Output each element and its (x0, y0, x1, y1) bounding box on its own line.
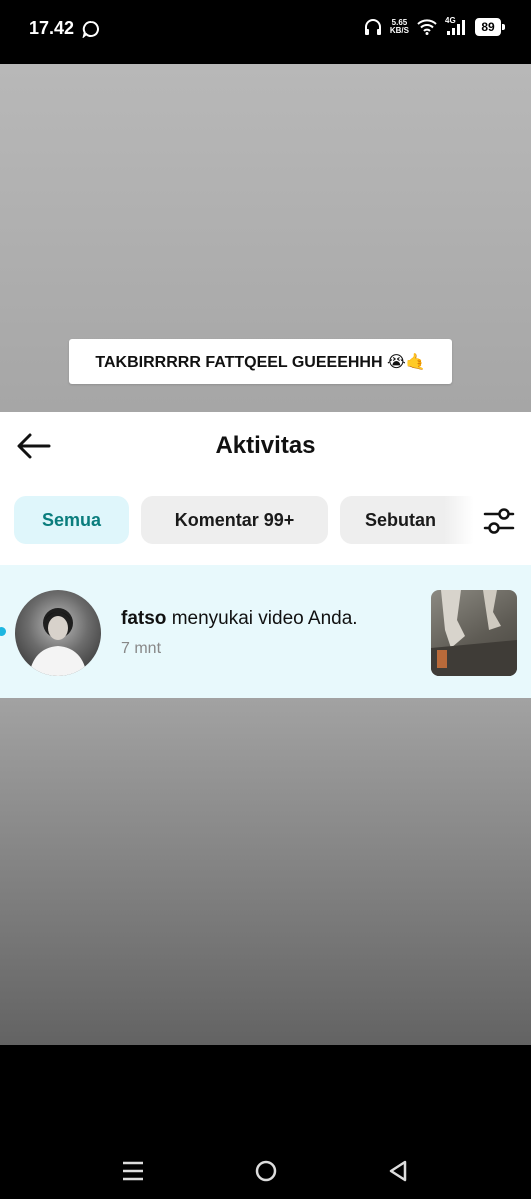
avatar[interactable] (15, 590, 101, 676)
tab-bar: Semua Komentar 99+ Sebutan (14, 496, 474, 546)
sliders-icon[interactable] (482, 506, 516, 536)
notification-time: 7 mnt (121, 640, 162, 657)
menu-icon[interactable] (120, 1158, 146, 1184)
video-thumbnail[interactable] (431, 590, 517, 676)
back-triangle-icon[interactable] (385, 1158, 411, 1184)
notification-item[interactable]: fatso menyukai video Anda. 7 mnt (0, 565, 531, 698)
net-speed-unit: KB/S (389, 26, 409, 35)
chat-bubble-icon (82, 20, 99, 38)
status-time: 17.42 (29, 18, 75, 38)
unread-dot (0, 627, 6, 636)
signal-icon (447, 20, 465, 35)
page-title: Aktivitas (215, 432, 316, 459)
net-speed: 5.65 KB/S (390, 19, 409, 35)
headphones-icon (364, 19, 381, 35)
video-background-bottom[interactable] (0, 698, 531, 1045)
signal-group: 4G (445, 16, 467, 36)
system-nav-bar (0, 1045, 531, 1199)
thumbnail-image (431, 590, 517, 676)
tab-semua[interactable]: Semua (14, 496, 129, 544)
notification-message: menyukai video Anda. (171, 608, 358, 629)
home-circle-icon[interactable] (253, 1158, 279, 1184)
status-bar: 17.42 5.65 KB/S 4G 89 (0, 0, 531, 64)
tab-komentar[interactable]: Komentar 99+ (141, 496, 328, 544)
video-caption: TAKBIRRRRR FATTQEEL GUEEEHHH 😭🤙 (69, 339, 452, 384)
battery-icon: 89 (475, 18, 505, 36)
notification-text: fatso menyukai video Anda. (121, 608, 358, 630)
wifi-icon (417, 19, 437, 35)
tab-fade (444, 496, 474, 546)
status-indicators: 5.65 KB/S 4G 89 (364, 16, 505, 36)
avatar-photo (29, 608, 87, 676)
notification-username[interactable]: fatso (121, 608, 166, 629)
activity-panel: Aktivitas Semua Komentar 99+ Sebutan (0, 412, 531, 565)
